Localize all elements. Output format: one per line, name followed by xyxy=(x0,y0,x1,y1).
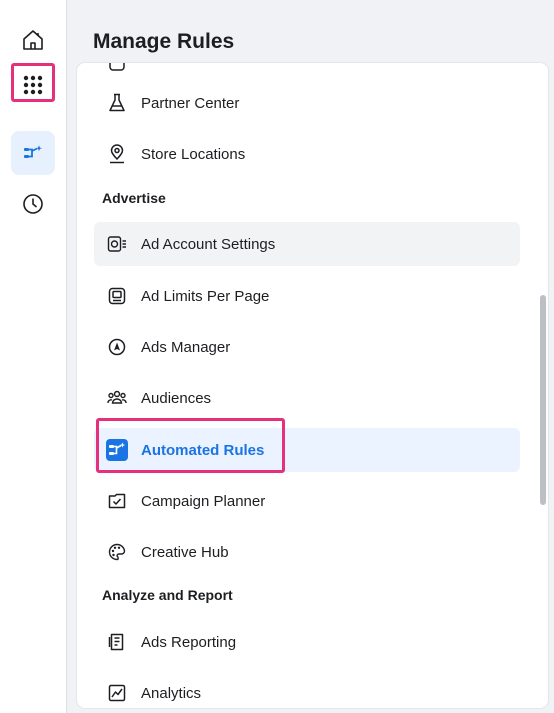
menu-item-partner-center[interactable]: Partner Center xyxy=(94,81,520,125)
campaign-planner-icon xyxy=(106,490,128,512)
location-pin-icon xyxy=(106,143,128,165)
menu-item-ads-manager[interactable]: Ads Manager xyxy=(94,325,520,369)
automated-rules-icon xyxy=(24,145,43,158)
menu-item-label: Ads Reporting xyxy=(141,633,237,651)
menu-item-audiences[interactable]: Audiences xyxy=(94,376,520,420)
menu-item-campaign-planner[interactable]: Campaign Planner xyxy=(94,479,520,523)
navigation-arrow-icon xyxy=(106,336,128,358)
menu-item-analytics[interactable]: Analytics xyxy=(94,671,520,708)
all-tools-highlight xyxy=(11,63,55,102)
menu-item-label: Partner Center xyxy=(141,94,240,112)
menu-item-store-locations[interactable]: Store Locations xyxy=(94,132,520,176)
menu-item-ads-reporting[interactable]: Ads Reporting xyxy=(94,620,520,664)
audiences-icon xyxy=(106,387,128,409)
main-area: Manage Rules Partner Center Store Locati… xyxy=(67,0,554,713)
flask-icon xyxy=(106,92,128,114)
menu-item-label: Campaign Planner xyxy=(141,492,266,510)
tools-menu-panel: Partner Center Store Locations Advertise… xyxy=(77,63,548,708)
history-button[interactable] xyxy=(11,182,55,226)
menu-item-label: Ad Limits Per Page xyxy=(141,287,270,305)
ad-limits-icon xyxy=(106,285,128,307)
home-button[interactable] xyxy=(11,18,55,62)
ads-reporting-icon xyxy=(106,631,128,653)
menu-item-label: Audiences xyxy=(141,389,212,407)
partial-icon xyxy=(106,63,128,74)
menu-item-ad-limits-per-page[interactable]: Ad Limits Per Page xyxy=(94,274,520,318)
menu-item-creative-hub[interactable]: Creative Hub xyxy=(94,530,520,574)
menu-item-label: Ad Account Settings xyxy=(141,235,276,253)
menu-item-label: Ads Manager xyxy=(141,338,231,356)
section-heading-analyze-report: Analyze and Report xyxy=(102,587,233,603)
ad-account-settings-icon xyxy=(106,233,128,255)
menu-item-ad-account-settings[interactable]: Ad Account Settings xyxy=(94,222,520,266)
menu-item-label: Store Locations xyxy=(141,145,246,163)
analytics-chart-icon xyxy=(106,682,128,704)
home-icon xyxy=(23,30,43,50)
palette-icon xyxy=(106,541,128,563)
menu-item-label: Analytics xyxy=(141,684,202,702)
menu-scrollbar[interactable] xyxy=(536,63,548,708)
menu-scrollbar-thumb[interactable] xyxy=(540,295,546,505)
left-nav-rail xyxy=(0,0,67,713)
automated-rules-highlight xyxy=(96,418,285,473)
menu-item-label: Creative Hub xyxy=(141,543,229,561)
page-title: Manage Rules xyxy=(93,30,235,53)
clock-icon xyxy=(23,194,43,214)
section-heading-advertise: Advertise xyxy=(102,190,166,206)
automated-rules-rail-button[interactable] xyxy=(11,131,55,175)
